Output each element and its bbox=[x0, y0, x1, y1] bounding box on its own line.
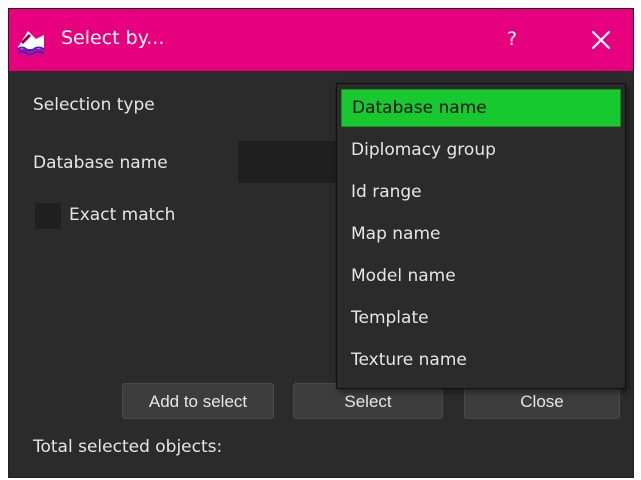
database-name-input[interactable] bbox=[238, 141, 348, 183]
dropdown-option-id-range[interactable]: Id range bbox=[341, 173, 621, 211]
database-name-label: Database name bbox=[33, 153, 168, 173]
background-page-strip bbox=[0, 0, 641, 8]
total-selected-label: Total selected objects: bbox=[33, 437, 223, 457]
help-button[interactable]: ? bbox=[495, 21, 529, 57]
selection-type-dropdown-list: Database name Diplomacy group Id range M… bbox=[336, 83, 626, 389]
exact-match-checkbox[interactable] bbox=[35, 203, 61, 229]
dropdown-option-model-name[interactable]: Model name bbox=[341, 257, 621, 295]
app-icon bbox=[15, 24, 47, 56]
exact-match-label: Exact match bbox=[69, 205, 176, 225]
add-to-select-button[interactable]: Add to select bbox=[122, 383, 274, 419]
dialog-title: Select by... bbox=[61, 27, 165, 49]
dropdown-option-database-name[interactable]: Database name bbox=[341, 89, 621, 127]
dropdown-option-texture-name[interactable]: Texture name bbox=[341, 341, 621, 379]
dropdown-option-diplomacy-group[interactable]: Diplomacy group bbox=[341, 131, 621, 169]
close-icon[interactable] bbox=[582, 21, 620, 59]
dropdown-option-template[interactable]: Template bbox=[341, 299, 621, 337]
selection-type-label: Selection type bbox=[33, 95, 155, 115]
title-bar: Select by... ? bbox=[9, 9, 633, 71]
select-by-dialog: Select by... ? Selection type Database n… bbox=[8, 8, 634, 478]
screen: Select by... ? Selection type Database n… bbox=[0, 0, 641, 480]
dropdown-option-map-name[interactable]: Map name bbox=[341, 215, 621, 253]
